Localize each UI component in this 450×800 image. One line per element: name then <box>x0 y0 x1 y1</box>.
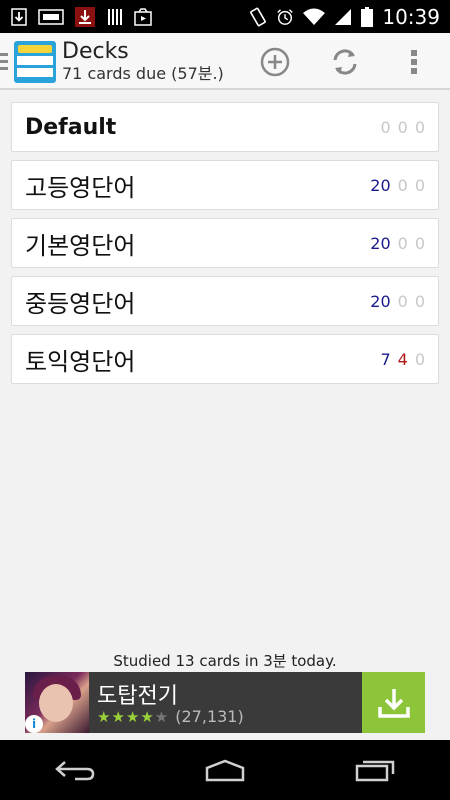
deck-list: Default 0 0 0 고등영단어 20 0 0 기본영단어 20 0 0 … <box>11 102 439 392</box>
signal-icon <box>334 7 352 27</box>
deck-row[interactable]: 중등영단어 20 0 0 <box>11 276 439 326</box>
alarm-icon <box>276 7 294 27</box>
status-bar: 10:39 <box>0 0 450 33</box>
learn-count: 0 <box>397 233 408 253</box>
image-icon <box>38 7 64 27</box>
sync-icon <box>333 49 357 75</box>
review-count: 0 <box>414 291 425 311</box>
deck-name: 기본영단어 <box>25 231 136 260</box>
deck-counts: 0 0 0 <box>380 118 425 137</box>
new-count: 20 <box>370 291 391 311</box>
review-count: 0 <box>414 175 425 195</box>
deck-counts: 20 0 0 <box>370 292 425 311</box>
ad-banner[interactable]: i 도탑전기 ★★★★★ (27,131) <box>25 672 425 733</box>
home-button[interactable] <box>195 750 255 790</box>
overflow-menu-button[interactable] <box>396 44 432 80</box>
app-icon <box>74 6 96 27</box>
media-icon <box>134 7 152 27</box>
navigation-bar <box>0 740 450 800</box>
sync-button[interactable] <box>327 44 363 80</box>
new-count: 20 <box>370 233 391 253</box>
learn-count: 0 <box>397 117 408 137</box>
learn-count: 0 <box>397 175 408 195</box>
learn-count: 0 <box>397 291 408 311</box>
ad-image[interactable]: i <box>25 672 89 733</box>
new-count: 20 <box>370 175 391 195</box>
wifi-icon <box>303 7 326 27</box>
new-count: 0 <box>380 117 391 137</box>
back-button[interactable] <box>45 750 105 790</box>
download-button[interactable] <box>362 672 425 733</box>
cards-due-subtitle: 71 cards due (57분.) <box>62 64 224 83</box>
ad-rating: ★★★★★ (27,131) <box>97 707 244 726</box>
back-icon <box>55 761 95 781</box>
add-icon <box>260 47 290 77</box>
add-button[interactable] <box>257 44 293 80</box>
deck-name: 고등영단어 <box>25 173 136 202</box>
app-logo[interactable] <box>14 41 56 83</box>
review-count: 0 <box>414 117 425 137</box>
recents-button[interactable] <box>345 750 405 790</box>
review-count: 0 <box>414 349 425 369</box>
deck-counts: 20 0 0 <box>370 176 425 195</box>
battery-icon <box>361 6 374 27</box>
clock: 10:39 <box>382 4 440 29</box>
recents-icon <box>355 760 395 782</box>
deck-name: Default <box>25 114 117 140</box>
vibrate-icon <box>249 7 267 27</box>
deck-row[interactable]: 고등영단어 20 0 0 <box>11 160 439 210</box>
drawer-handle-icon[interactable] <box>0 53 10 74</box>
rating-count: (27,131) <box>175 707 244 726</box>
ad-title: 도탑전기 <box>97 684 178 709</box>
download-icon <box>10 7 28 27</box>
ad-info-icon[interactable]: i <box>25 715 43 733</box>
download-icon <box>377 688 410 718</box>
deck-counts: 7 4 0 <box>380 350 425 369</box>
deck-row-default[interactable]: Default 0 0 0 <box>11 102 439 152</box>
deck-counts: 20 0 0 <box>370 234 425 253</box>
overflow-menu-icon <box>411 50 417 74</box>
rating-stars-icon: ★★★★★ <box>97 707 170 726</box>
barcode-icon <box>106 7 124 27</box>
deck-name: 토익영단어 <box>25 347 136 376</box>
page-title: Decks <box>62 39 129 64</box>
deck-row[interactable]: 기본영단어 20 0 0 <box>11 218 439 268</box>
new-count: 7 <box>380 349 391 369</box>
deck-name: 중등영단어 <box>25 289 136 318</box>
learn-count: 4 <box>397 349 408 369</box>
deck-row[interactable]: 토익영단어 7 4 0 <box>11 334 439 384</box>
studied-today-text: Studied 13 cards in 3분 today. <box>113 652 337 670</box>
home-icon <box>205 759 245 782</box>
action-bar: Decks 71 cards due (57분.) <box>0 33 450 90</box>
review-count: 0 <box>414 233 425 253</box>
